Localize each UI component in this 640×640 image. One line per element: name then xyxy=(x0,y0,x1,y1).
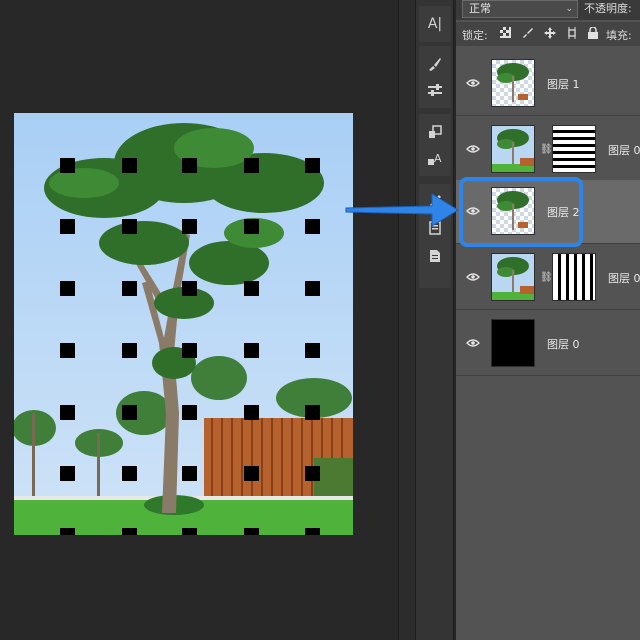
grid-dot xyxy=(122,405,137,420)
grid-dot xyxy=(244,405,259,420)
link-icon[interactable]: ⛓ xyxy=(540,272,553,283)
grid-dot xyxy=(60,528,75,535)
layer-thumbnail[interactable] xyxy=(491,253,535,301)
grid-dot xyxy=(305,405,320,420)
lock-transparent-icon[interactable] xyxy=(500,27,511,41)
layer-thumbnail[interactable] xyxy=(491,125,535,173)
grid-dot xyxy=(122,219,137,234)
brush-icon[interactable] xyxy=(419,52,451,76)
text-warp-icon[interactable]: A xyxy=(419,146,451,170)
layer-thumbnail[interactable] xyxy=(491,59,535,107)
grid-dot xyxy=(122,528,137,535)
document-image[interactable] xyxy=(14,113,353,535)
clone-icon[interactable] xyxy=(419,120,451,144)
grid-dot xyxy=(305,219,320,234)
grid-dot xyxy=(122,466,137,481)
grid-dot xyxy=(182,219,197,234)
grid-dot xyxy=(244,158,259,173)
opacity-label: 不透明度: xyxy=(584,2,632,15)
lock-artboard-icon[interactable] xyxy=(566,27,578,42)
text-icon[interactable]: A| xyxy=(419,12,451,36)
grid-dot xyxy=(182,405,197,420)
layer-row[interactable]: 图层 0 xyxy=(456,312,640,376)
grid-dot xyxy=(60,158,75,173)
grid-dot xyxy=(182,158,197,173)
grid-dot xyxy=(182,466,197,481)
layer-row[interactable]: 图层 1 xyxy=(456,52,640,116)
grid-dot xyxy=(244,219,259,234)
grid-dot xyxy=(60,405,75,420)
layer-name[interactable]: 图层 0 xyxy=(608,270,640,286)
photo-tree-grid xyxy=(14,113,353,535)
chevron-down-icon: ⌄ xyxy=(565,4,573,14)
grid-dot xyxy=(60,281,75,296)
layers-panel: 正常 ⌄ 不透明度: 锁定: 填充: 图层 1 ⛓ 图层 0 图层 2 ⛓ 图层 0 图层 … xyxy=(456,0,640,640)
panel-separator[interactable] xyxy=(398,0,416,640)
layer-row[interactable]: ⛓ 图层 0 xyxy=(456,246,640,310)
eye-icon[interactable] xyxy=(466,272,480,282)
layer-name[interactable]: 图层 0 xyxy=(608,142,640,158)
grid-dot xyxy=(182,528,197,535)
eye-icon[interactable] xyxy=(466,78,480,88)
layer-mask-thumbnail[interactable] xyxy=(552,125,596,173)
eye-icon[interactable] xyxy=(466,144,480,154)
adjust-icon[interactable] xyxy=(419,78,451,102)
lock-all-icon[interactable] xyxy=(588,26,598,42)
options-bar: 正常 ⌄ 不透明度: xyxy=(456,0,640,20)
link-icon[interactable]: ⛓ xyxy=(540,144,553,155)
blend-mode-select[interactable]: 正常 ⌄ xyxy=(462,0,578,18)
grid-dot xyxy=(182,343,197,358)
tool-strip: A| A xyxy=(416,0,454,640)
blend-mode-value: 正常 xyxy=(469,2,491,15)
fill-label: 填充: xyxy=(606,29,632,42)
grid-dot xyxy=(60,219,75,234)
layer-row[interactable]: ⛓ 图层 0 xyxy=(456,118,640,182)
layer-thumbnail[interactable] xyxy=(491,319,535,367)
grid-dot xyxy=(122,158,137,173)
lock-pixels-icon[interactable] xyxy=(522,27,533,41)
svg-text:A: A xyxy=(434,152,442,165)
selected-layer-highlight xyxy=(459,177,583,247)
grid-dot xyxy=(60,343,75,358)
layer-name[interactable]: 图层 0 xyxy=(547,336,580,352)
grid-dot xyxy=(244,466,259,481)
layer-name[interactable]: 图层 1 xyxy=(547,76,580,92)
document-icon[interactable] xyxy=(419,244,451,268)
grid-dot xyxy=(244,528,259,535)
grid-dot xyxy=(122,281,137,296)
grid-dot xyxy=(305,158,320,173)
grid-dot xyxy=(244,281,259,296)
grid-dot xyxy=(244,343,259,358)
grid-dot xyxy=(182,281,197,296)
lock-bar: 锁定: 填充: xyxy=(456,22,640,46)
layer-mask-thumbnail[interactable] xyxy=(552,253,596,301)
grid-dot xyxy=(305,528,320,535)
grid-dot xyxy=(305,466,320,481)
grid-dot xyxy=(305,281,320,296)
grid-dot xyxy=(122,343,137,358)
eye-icon[interactable] xyxy=(466,338,480,348)
arrow-right-icon xyxy=(345,193,459,227)
grid-dot xyxy=(60,466,75,481)
canvas-area[interactable] xyxy=(0,0,398,640)
grid-dot xyxy=(305,343,320,358)
lock-position-icon[interactable] xyxy=(544,27,556,42)
lock-label: 锁定: xyxy=(462,29,488,42)
